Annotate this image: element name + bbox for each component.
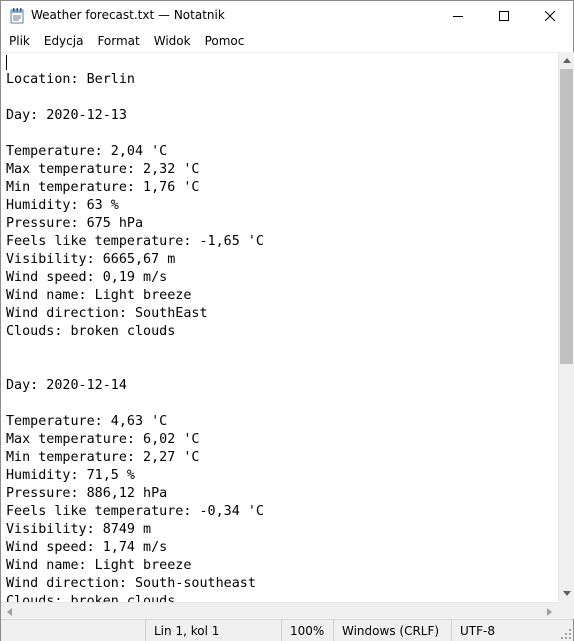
- text-editor[interactable]: Location: Berlin Day: 2020-12-13 Temperatu…: [1, 52, 558, 602]
- text-line: Humidity: 71,5 %: [6, 468, 135, 483]
- text-line: Min temperature: 2,27 'C: [6, 450, 200, 465]
- menu-help[interactable]: Pomoc: [198, 31, 252, 51]
- vertical-scrollbar[interactable]: [558, 52, 574, 602]
- scroll-left-button[interactable]: [1, 603, 18, 620]
- text-line: [6, 125, 264, 143]
- text-line: Day: 2020-12-13: [6, 108, 127, 123]
- text-line: [6, 359, 264, 377]
- menu-view[interactable]: Widok: [147, 31, 198, 51]
- text-line: [6, 89, 264, 107]
- window-title: Weather forecast.txt — Notatnik: [31, 8, 225, 22]
- text-line: Clouds: broken clouds: [6, 324, 176, 339]
- text-line: Temperature: 4,63 'C: [6, 414, 168, 429]
- text-line: Wind direction: South-southeast: [6, 576, 256, 591]
- minimize-button[interactable]: [435, 1, 481, 31]
- text-line: Pressure: 886,12 hPa: [6, 486, 168, 501]
- notepad-window: Weather forecast.txt — Notatnik Plik Edy…: [0, 0, 574, 641]
- text-line: Humidity: 63 %: [6, 198, 119, 213]
- text-line: Wind name: Light breeze: [6, 288, 192, 303]
- menu-edit[interactable]: Edycja: [37, 31, 91, 51]
- text-line: Day: 2020-12-14: [6, 378, 127, 393]
- close-button[interactable]: [527, 1, 573, 31]
- text-line: Feels like temperature: -1,65 'C: [6, 234, 264, 249]
- status-bar: Lin 1, kol 1 100% Windows (CRLF) UTF-8: [1, 619, 573, 641]
- status-line-endings: Windows (CRLF): [333, 620, 451, 641]
- text-line: Min temperature: 1,76 'C: [6, 180, 200, 195]
- notepad-icon: [10, 8, 24, 24]
- chevron-left-icon: [7, 607, 12, 616]
- minimize-icon: [453, 16, 463, 17]
- chevron-down-icon: [563, 591, 571, 596]
- text-caret: [6, 55, 7, 70]
- text-line: [6, 395, 264, 413]
- vertical-scroll-thumb[interactable]: [560, 69, 573, 364]
- text-line: Max temperature: 6,02 'C: [6, 432, 200, 447]
- chevron-up-icon: [563, 58, 571, 63]
- resize-grip-icon[interactable]: [561, 629, 571, 639]
- text-line: Max temperature: 2,32 'C: [6, 162, 200, 177]
- scroll-down-button[interactable]: [559, 585, 574, 602]
- menu-bar: Plik Edycja Format Widok Pomoc: [1, 31, 573, 51]
- text-line: Temperature: 2,04 'C: [6, 144, 168, 159]
- text-line: [6, 341, 264, 359]
- status-zoom: 100%: [281, 620, 333, 641]
- scroll-right-button[interactable]: [541, 603, 558, 620]
- maximize-button[interactable]: [481, 1, 527, 31]
- maximize-icon: [499, 11, 509, 21]
- text-line: Wind direction: SouthEast: [6, 306, 208, 321]
- text-line: Clouds: broken clouds: [6, 594, 176, 602]
- scrollbar-corner: [558, 602, 574, 619]
- text-line: Pressure: 675 hPa: [6, 216, 144, 231]
- text-lines: Location: Berlin Day: 2020-12-13 Temperatu…: [6, 71, 264, 602]
- status-spacer: [1, 620, 145, 641]
- text-line: Wind name: Light breeze: [6, 558, 192, 573]
- horizontal-scrollbar[interactable]: [1, 602, 558, 619]
- text-line: Visibility: 6665,67 m: [6, 252, 176, 267]
- status-cursor-position: Lin 1, kol 1: [145, 620, 281, 641]
- title-bar[interactable]: Weather forecast.txt — Notatnik: [1, 1, 573, 31]
- text-line: Wind speed: 0,19 m/s: [6, 270, 168, 285]
- chevron-right-icon: [547, 607, 552, 616]
- text-line: Location: Berlin: [6, 72, 135, 87]
- status-encoding: UTF-8: [451, 620, 573, 641]
- scroll-up-button[interactable]: [559, 52, 574, 69]
- menu-format[interactable]: Format: [90, 31, 146, 51]
- menu-file[interactable]: Plik: [1, 31, 37, 51]
- text-line: Feels like temperature: -0,34 'C: [6, 504, 264, 519]
- text-line: Wind speed: 1,74 m/s: [6, 540, 168, 555]
- close-icon: [545, 11, 555, 21]
- text-line: Visibility: 8749 m: [6, 522, 152, 537]
